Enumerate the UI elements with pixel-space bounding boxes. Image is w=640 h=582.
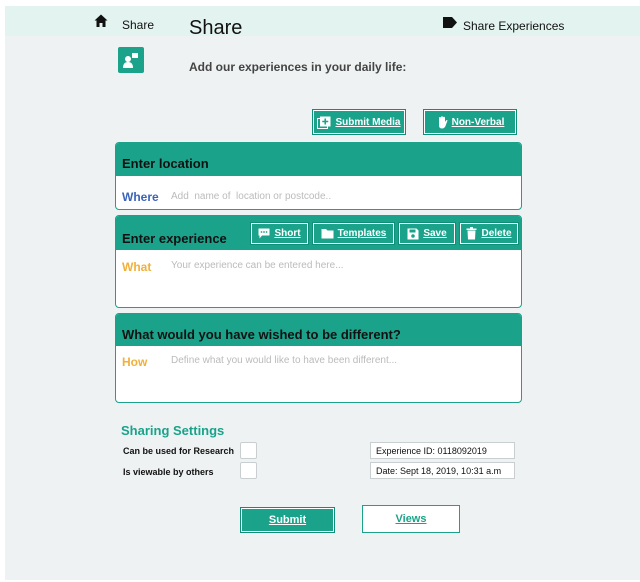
templates-button[interactable]: Templates <box>312 222 395 245</box>
experience-id-field: Experience ID: 0118092019 <box>370 442 515 459</box>
wish-panel: What would you have wished to be differe… <box>115 313 522 403</box>
non-verbal-label: Non-Verbal <box>451 116 505 128</box>
delete-label: Delete <box>481 228 512 239</box>
folder-icon <box>321 229 334 239</box>
home-icon[interactable] <box>94 14 108 28</box>
research-checkbox[interactable] <box>240 442 257 459</box>
share-experiences-link[interactable]: Share Experiences <box>463 19 564 33</box>
chat-icon <box>258 228 270 239</box>
add-media-icon <box>317 116 331 129</box>
views-label: Views <box>395 513 427 525</box>
wish-input[interactable] <box>171 355 513 399</box>
location-panel-heading: Enter location <box>116 143 521 176</box>
submit-media-button[interactable]: Submit Media <box>312 109 406 135</box>
views-button[interactable]: Views <box>362 505 460 533</box>
experience-input[interactable] <box>171 260 513 304</box>
floppy-disk-icon <box>407 228 419 239</box>
templates-label: Templates <box>337 228 387 239</box>
how-label: How <box>122 355 148 369</box>
sharing-settings-title: Sharing Settings <box>121 423 225 438</box>
what-label: What <box>122 260 152 274</box>
research-label: Can be used for Research <box>123 446 235 456</box>
wish-panel-heading: What would you have wished to be differe… <box>116 314 521 346</box>
intro-subtitle: Add our experiences in your daily life: <box>189 60 407 74</box>
share-app-icon <box>118 47 144 73</box>
viewable-checkbox[interactable] <box>240 462 257 479</box>
short-label: Short <box>274 228 301 239</box>
page-title: Share <box>189 17 243 39</box>
tag-icon[interactable] <box>443 17 457 28</box>
delete-button[interactable]: Delete <box>459 222 519 245</box>
date-field: Date: Sept 18, 2019, 10:31 a.m <box>370 462 515 479</box>
where-label: Where <box>122 190 159 204</box>
short-button[interactable]: Short <box>250 222 309 245</box>
non-verbal-button[interactable]: Non-Verbal <box>423 109 517 135</box>
trash-icon <box>466 227 477 240</box>
save-button[interactable]: Save <box>398 222 456 245</box>
location-panel: Enter location Where <box>115 142 522 210</box>
save-label: Save <box>423 228 447 239</box>
hand-icon <box>438 115 448 128</box>
viewable-label: Is viewable by others <box>123 467 214 477</box>
submit-media-label: Submit Media <box>335 116 401 128</box>
submit-button[interactable]: Submit <box>240 507 335 533</box>
location-input[interactable] <box>171 189 513 203</box>
home-label[interactable]: Share <box>122 18 154 32</box>
experience-heading-text: Enter experience <box>122 230 227 246</box>
submit-label: Submit <box>268 514 307 526</box>
